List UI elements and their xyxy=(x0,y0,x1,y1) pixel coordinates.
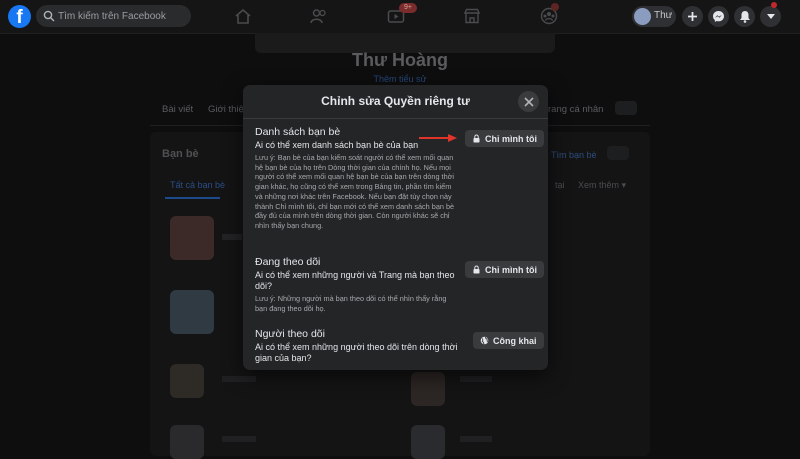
search-input[interactable] xyxy=(58,7,186,25)
messenger-icon xyxy=(713,11,724,22)
background-tab-right-1: tại xyxy=(555,180,565,190)
background-tab-right-2: Xem thêm ▾ xyxy=(578,180,627,190)
top-navigation-bar: f 9+ xyxy=(0,0,800,34)
background-more-button xyxy=(615,101,637,115)
background-tab-all-friends: Tất cả bạn bè xyxy=(170,180,226,190)
friend-name-placeholder xyxy=(460,436,492,442)
friends-icon xyxy=(310,9,326,24)
button-label: Chỉ mình tôi xyxy=(485,264,537,275)
avatar xyxy=(634,8,651,25)
section-title: Đang theo dõi xyxy=(255,256,321,268)
section-title: Người theo dõi xyxy=(255,328,325,340)
lock-icon xyxy=(473,265,480,274)
button-label: Chỉ mình tôi xyxy=(485,133,537,144)
background-friends-more xyxy=(607,146,629,160)
close-icon xyxy=(523,96,534,107)
friend-name-placeholder xyxy=(222,376,256,382)
dialog-header: Chỉnh sửa Quyền riêng tư xyxy=(243,85,548,119)
account-badge xyxy=(771,2,777,8)
button-label: Công khai xyxy=(493,335,537,346)
create-button[interactable] xyxy=(682,6,703,27)
friend-thumbnail xyxy=(170,364,204,398)
friend-thumbnail xyxy=(411,425,445,459)
marketplace-tab[interactable] xyxy=(461,6,483,26)
groups-badge xyxy=(551,3,559,11)
background-tab-profile: rang cá nhân xyxy=(548,104,604,115)
account-menu-button[interactable] xyxy=(760,6,781,27)
annotation-arrow-icon xyxy=(419,134,457,142)
caret-down-icon xyxy=(766,14,775,19)
facebook-logo-icon[interactable]: f xyxy=(8,5,31,28)
dialog-title: Chỉnh sửa Quyền riêng tư xyxy=(321,94,470,108)
section-note: Lưu ý: Bạn bè của bạn kiểm soát người có… xyxy=(255,153,455,230)
bell-icon xyxy=(739,11,750,23)
background-friends-title: Bạn bè xyxy=(162,148,199,160)
followers-audience-button[interactable]: Công khai xyxy=(473,332,544,349)
friend-thumbnail xyxy=(170,216,214,260)
profile-name: Thư xyxy=(654,10,673,21)
home-icon xyxy=(235,8,251,24)
section-note: Lưu ý: Những người mà bạn theo dõi có th… xyxy=(255,294,447,313)
friend-thumbnail xyxy=(170,425,204,459)
profile-button[interactable]: Thư xyxy=(632,6,676,27)
friend-name-placeholder xyxy=(460,376,492,382)
friend-thumbnail xyxy=(170,290,214,334)
close-button[interactable] xyxy=(518,91,539,112)
lock-icon xyxy=(473,134,480,143)
friend-thumbnail xyxy=(411,372,445,406)
background-tab-posts: Bài viết xyxy=(162,104,194,115)
background-profile-name: Thư Hoàng xyxy=(351,50,449,70)
messenger-button[interactable] xyxy=(708,6,729,27)
following-section: Đang theo dõi Ai có thể xem những người … xyxy=(255,256,460,313)
active-tab-indicator xyxy=(165,197,220,199)
background-find-friends-link: Tìm bạn bè xyxy=(551,150,597,160)
friends-list-audience-button[interactable]: Chỉ mình tôi xyxy=(465,130,544,147)
followers-section: Người theo dõi Ai có thể xem những người… xyxy=(255,328,460,364)
video-badge: 9+ xyxy=(399,3,417,13)
section-question: Ai có thể xem những người và Trang mà bạ… xyxy=(255,270,455,291)
edit-privacy-dialog: Chỉnh sửa Quyền riêng tư Danh sách bạn b… xyxy=(243,85,548,370)
background-add-bio-link: Thêm tiểu sử xyxy=(373,74,427,84)
friend-name-placeholder xyxy=(222,234,242,240)
plus-icon xyxy=(688,12,697,21)
search-box[interactable] xyxy=(36,5,191,27)
globe-icon xyxy=(480,336,489,345)
background-tab-about: Giới thiệ xyxy=(208,104,244,115)
friends-tab[interactable] xyxy=(308,6,330,26)
friend-name-placeholder xyxy=(222,436,256,442)
home-tab[interactable] xyxy=(232,6,254,26)
following-audience-button[interactable]: Chỉ mình tôi xyxy=(465,261,544,278)
notifications-button[interactable] xyxy=(734,6,755,27)
store-icon xyxy=(463,8,481,24)
section-question: Ai có thể xem những người theo dõi trên … xyxy=(255,342,458,363)
search-icon xyxy=(43,10,55,22)
